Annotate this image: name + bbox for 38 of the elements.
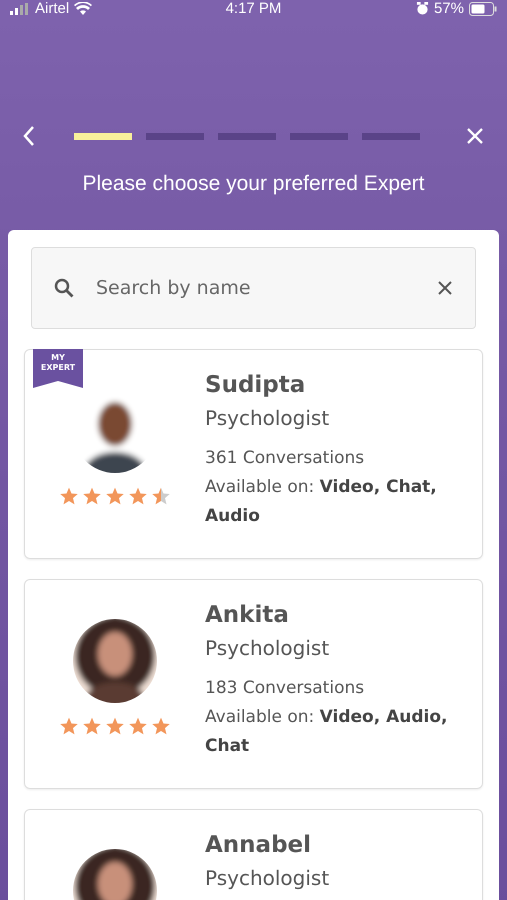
expert-card[interactable]: Annabel Psychologist [24,809,483,900]
close-icon[interactable] [465,126,485,146]
star-icon [59,716,79,736]
expert-card[interactable]: MY EXPERT Sudipta Psychologist 361 Conversations Available on: Video, Chat, Audio [24,349,483,559]
page-title: Please choose your preferred Expert [81,172,426,196]
star-icon [59,486,79,506]
search-icon [54,278,74,298]
search-bar[interactable]: Search by name [31,247,476,329]
star-icon [151,486,171,506]
expert-role: Psychologist [205,866,330,890]
star-icon [128,716,148,736]
star-icon [105,716,125,736]
search-input[interactable]: Search by name [94,276,417,300]
availability-text: Available on: Video, Audio, Chat [205,706,449,758]
star-icon [82,716,102,736]
clear-icon[interactable] [437,280,453,296]
conversation-count: 361 Conversations [205,447,366,470]
battery-percent: 57% [434,0,464,17]
expert-name: Annabel [205,832,312,858]
clock-time: 4:17 PM [226,0,282,17]
star-icon [151,716,171,736]
expert-name: Ankita [205,602,290,628]
star-icon [82,486,102,506]
wifi-icon [74,2,92,16]
my-expert-badge: MY EXPERT [33,349,83,388]
signal-icon [10,2,30,14]
availability-text: Available on: Video, Chat, Audio [205,476,438,528]
expert-role: Psychologist [205,406,330,430]
expert-card[interactable]: Ankita Psychologist 183 Conversations Available on: Video, Audio, Chat [24,579,483,789]
carrier-name: Airtel [35,0,70,17]
expert-role: Psychologist [205,636,330,660]
star-icon [105,486,125,506]
back-icon[interactable] [22,124,36,148]
conversation-count: 183 Conversations [205,677,366,700]
expert-name: Sudipta [205,372,306,398]
battery-icon [469,2,497,16]
star-icon [128,486,148,506]
alarm-icon [416,2,429,15]
